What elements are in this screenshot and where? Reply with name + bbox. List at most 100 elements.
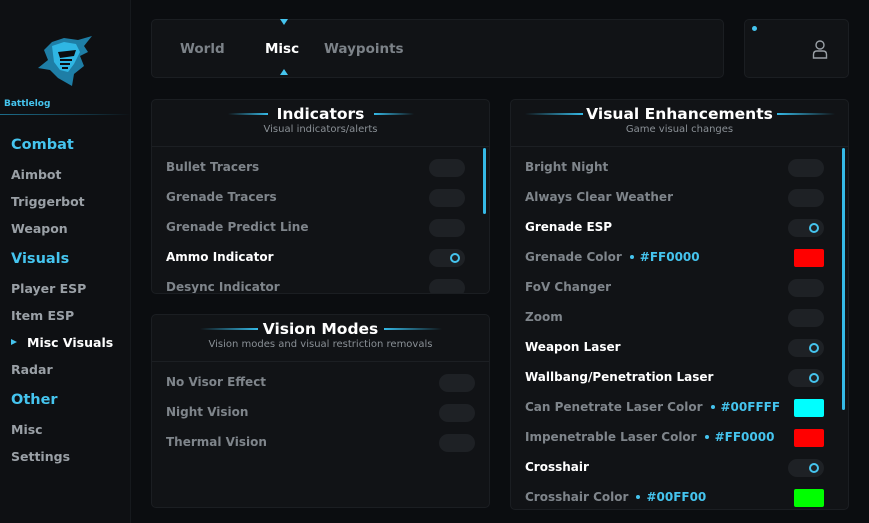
crosshair-color-label: Crosshair Color <box>525 490 629 504</box>
nav-item-misc-visuals[interactable]: Misc Visuals <box>27 335 113 350</box>
row-label: Always Clear Weather <box>525 190 673 204</box>
nav-group-combat[interactable]: Combat <box>11 137 74 153</box>
row-label: Grenade ESP <box>525 220 613 234</box>
nav-item-settings[interactable]: Settings <box>11 449 70 464</box>
row-label: Desync Indicator <box>166 280 280 294</box>
list-item: Ammo Indicator <box>166 248 466 268</box>
list-item: Impenetrable Laser Color #FF0000 <box>525 428 825 448</box>
row-label: Bright Night <box>525 160 609 174</box>
list-item: Grenade Predict Line <box>166 218 466 238</box>
brand-divider <box>0 114 131 115</box>
row-label: Crosshair Color #00FF00 <box>525 490 706 504</box>
header-divider <box>152 146 489 147</box>
active-tab-bottom-marker-icon <box>280 69 288 75</box>
vision-modes-panel: Vision Modes Vision modes and visual res… <box>151 314 490 508</box>
list-item: Wallbang/Penetration Laser <box>525 368 825 388</box>
indicators-title: Indicators <box>276 105 365 123</box>
list-item: Zoom <box>525 308 825 328</box>
grenade-color-label: Grenade Color <box>525 250 622 264</box>
tab-world[interactable]: World <box>180 41 225 57</box>
row-label: No Visor Effect <box>166 375 267 389</box>
row-label: Ammo Indicator <box>166 250 274 264</box>
row-label: Can Penetrate Laser Color #00FFFF <box>525 400 780 414</box>
visual-enhancements-panel: Visual Enhancements Game visual changes … <box>510 99 849 510</box>
bullet-tracers-toggle[interactable] <box>429 159 465 177</box>
row-label: Bullet Tracers <box>166 160 260 174</box>
list-item: Grenade Tracers <box>166 188 466 208</box>
can-penetrate-color-label: Can Penetrate Laser Color <box>525 400 703 414</box>
title-line-right <box>384 328 442 330</box>
crosshair-toggle[interactable] <box>788 459 824 477</box>
indicators-subtitle: Visual indicators/alerts <box>263 124 378 135</box>
list-item: Crosshair <box>525 458 825 478</box>
always-clear-weather-toggle[interactable] <box>788 189 824 207</box>
bright-night-toggle[interactable] <box>788 159 824 177</box>
list-item: Always Clear Weather <box>525 188 825 208</box>
list-item: Thermal Vision <box>166 433 476 453</box>
can-penetrate-color-swatch[interactable] <box>794 399 824 417</box>
nav-item-weapon[interactable]: Weapon <box>11 221 68 236</box>
list-item: Night Vision <box>166 403 476 423</box>
user-icon[interactable] <box>812 39 828 59</box>
grenade-predict-line-toggle[interactable] <box>429 219 465 237</box>
bullet-dot-icon <box>629 254 634 259</box>
tab-misc[interactable]: Misc <box>265 41 299 57</box>
list-item: No Visor Effect <box>166 373 476 393</box>
grenade-esp-toggle[interactable] <box>788 219 824 237</box>
wallbang-laser-toggle[interactable] <box>788 369 824 387</box>
grenade-color-hex: #FF0000 <box>639 250 700 264</box>
list-item: Weapon Laser <box>525 338 825 358</box>
indicators-panel: Indicators Visual indicators/alerts Bull… <box>151 99 490 294</box>
nav-item-triggerbot[interactable]: Triggerbot <box>11 194 85 209</box>
row-label: Grenade Tracers <box>166 190 277 204</box>
tab-waypoints[interactable]: Waypoints <box>324 41 404 57</box>
nav-group-other[interactable]: Other <box>11 392 58 408</box>
indicators-scrollbar[interactable] <box>483 148 486 214</box>
visual-enhancements-scrollbar[interactable] <box>842 148 845 410</box>
header-divider <box>511 146 848 147</box>
nav-item-item-esp[interactable]: Item ESP <box>11 308 74 323</box>
grenade-color-swatch[interactable] <box>794 249 824 267</box>
list-item: Desync Indicator <box>166 278 466 294</box>
row-label: Night Vision <box>166 405 249 419</box>
zoom-toggle[interactable] <box>788 309 824 327</box>
no-visor-effect-toggle[interactable] <box>439 374 475 392</box>
list-item: Crosshair Color #00FF00 <box>525 488 825 508</box>
night-vision-toggle[interactable] <box>439 404 475 422</box>
row-label: Thermal Vision <box>166 435 267 449</box>
can-penetrate-color-hex: #00FFFF <box>720 400 781 414</box>
visual-enhancements-subtitle: Game visual changes <box>625 124 734 135</box>
list-item: Bright Night <box>525 158 825 178</box>
nav-item-player-esp[interactable]: Player ESP <box>11 281 86 296</box>
active-arrow-icon <box>11 339 17 345</box>
row-label: FoV Changer <box>525 280 612 294</box>
row-label: Impenetrable Laser Color #FF0000 <box>525 430 774 444</box>
nav-item-misc[interactable]: Misc <box>11 422 43 437</box>
impenetrable-color-swatch[interactable] <box>794 429 824 447</box>
crosshair-color-hex: #00FF00 <box>646 490 707 504</box>
thermal-vision-toggle[interactable] <box>439 434 475 452</box>
header-divider <box>152 361 489 362</box>
row-label: Crosshair <box>525 460 589 474</box>
nav-item-radar[interactable]: Radar <box>11 362 53 377</box>
desync-indicator-toggle[interactable] <box>429 279 465 293</box>
impenetrable-color-hex: #FF0000 <box>714 430 775 444</box>
bullet-dot-icon <box>710 404 715 409</box>
grenade-tracers-toggle[interactable] <box>429 189 465 207</box>
nav-group-visuals[interactable]: Visuals <box>11 251 69 267</box>
crosshair-color-swatch[interactable] <box>794 489 824 507</box>
title-line-right <box>777 113 835 115</box>
sidebar: Battlelog Combat Aimbot Triggerbot Weapo… <box>0 0 131 523</box>
fov-changer-toggle[interactable] <box>788 279 824 297</box>
ammo-indicator-toggle[interactable] <box>429 249 465 267</box>
list-item: Can Penetrate Laser Color #00FFFF <box>525 398 825 418</box>
user-box <box>744 19 849 78</box>
active-tab-top-marker-icon <box>280 19 288 25</box>
vision-modes-subtitle: Vision modes and visual restriction remo… <box>208 339 433 350</box>
bullet-dot-icon <box>636 494 641 499</box>
tab-bar: World Misc Waypoints <box>151 19 724 78</box>
bullet-dot-icon <box>704 434 709 439</box>
weapon-laser-toggle[interactable] <box>788 339 824 357</box>
nav-item-aimbot[interactable]: Aimbot <box>11 167 62 182</box>
row-label: Zoom <box>525 310 563 324</box>
